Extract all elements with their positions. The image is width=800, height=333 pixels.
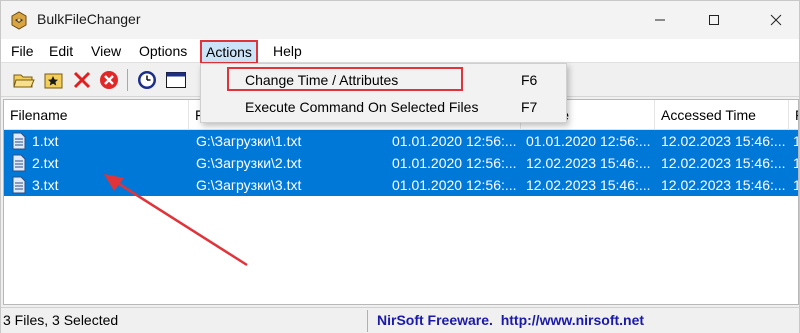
close-button[interactable] xyxy=(753,1,799,39)
menu-file[interactable]: File xyxy=(9,41,36,63)
window-title: BulkFileChanger xyxy=(37,11,141,27)
cell-more: 1 xyxy=(793,130,798,152)
nirsoft-link[interactable]: NirSoft Freeware. http://www.nirsoft.net xyxy=(377,312,644,328)
open-folder-button[interactable] xyxy=(12,68,36,92)
status-bar: 3 Files, 3 Selected NirSoft Freeware. ht… xyxy=(1,307,799,333)
menu-item-execute-command[interactable]: Execute Command On Selected Files F7 xyxy=(201,94,566,120)
maximize-button[interactable] xyxy=(691,1,737,39)
menu-item-shortcut: F6 xyxy=(521,72,538,88)
window-icon xyxy=(166,72,186,88)
cell-accessed: 12.02.2023 15:46:... xyxy=(661,177,786,193)
menu-bar: File Edit View Options Actions Help xyxy=(1,39,799,64)
remove-button[interactable] xyxy=(70,68,94,92)
menu-help[interactable]: Help xyxy=(271,41,304,63)
menu-edit[interactable]: Edit xyxy=(47,41,75,63)
cell-accessed: 12.02.2023 15:46:... xyxy=(661,155,786,171)
cell-path: G:\Загрузки\1.txt xyxy=(196,133,302,149)
properties-button[interactable] xyxy=(164,68,188,92)
cell-modified: 12.02.2023 15:46:... xyxy=(526,155,651,171)
change-time-button[interactable] xyxy=(135,68,159,92)
column-header-accessed-time[interactable]: Accessed Time xyxy=(655,100,789,130)
cell-modified: 12.02.2023 15:46:... xyxy=(526,177,651,193)
minimize-button[interactable] xyxy=(637,1,683,39)
menu-item-label: Execute Command On Selected Files xyxy=(245,99,479,115)
stop-icon xyxy=(100,71,118,89)
menu-actions[interactable]: Actions xyxy=(200,40,258,64)
cell-created: 01.01.2020 12:56:... xyxy=(392,177,517,193)
add-files-icon xyxy=(44,73,63,89)
toolbar-separator xyxy=(127,69,128,91)
cell-created: 01.01.2020 12:56:... xyxy=(392,133,517,149)
text-file-icon xyxy=(12,154,26,172)
minimize-icon xyxy=(655,19,665,21)
title-bar: BulkFileChanger xyxy=(1,1,799,39)
app-icon xyxy=(11,11,27,30)
column-header-more[interactable]: F xyxy=(789,100,798,130)
cell-filename: 1.txt xyxy=(32,133,59,149)
table-row[interactable]: 2.txt G:\Загрузки\2.txt 01.01.2020 12:56… xyxy=(4,152,798,174)
remove-icon xyxy=(73,71,91,89)
actions-dropdown-menu: Change Time / Attributes F6 Execute Comm… xyxy=(200,63,567,123)
text-file-icon xyxy=(12,132,26,150)
cell-accessed: 12.02.2023 15:46:... xyxy=(661,133,786,149)
open-folder-icon xyxy=(13,74,35,88)
cell-path: G:\Загрузки\3.txt xyxy=(196,177,302,193)
cell-filename: 2.txt xyxy=(32,155,59,171)
cell-created: 01.01.2020 12:56:... xyxy=(392,155,517,171)
file-list[interactable]: Filename F d Time Accessed Time F 1.txt … xyxy=(3,99,799,305)
menu-item-shortcut: F7 xyxy=(521,99,538,115)
text-file-icon xyxy=(12,176,26,194)
status-divider xyxy=(367,310,368,332)
selection-status: 3 Files, 3 Selected xyxy=(3,312,119,328)
menu-view[interactable]: View xyxy=(89,41,123,63)
cell-path: G:\Загрузки\2.txt xyxy=(196,155,302,171)
close-icon xyxy=(770,14,782,26)
cell-more: 1 xyxy=(793,174,798,196)
cell-more: 1 xyxy=(793,152,798,174)
menu-options[interactable]: Options xyxy=(137,41,189,63)
clock-icon xyxy=(138,71,156,89)
cell-modified: 01.01.2020 12:56:... xyxy=(526,133,651,149)
maximize-icon xyxy=(709,15,719,25)
table-row[interactable]: 1.txt G:\Загрузки\1.txt 01.01.2020 12:56… xyxy=(4,130,798,152)
column-header-filename[interactable]: Filename xyxy=(4,100,189,130)
table-row[interactable]: 3.txt G:\Загрузки\3.txt 01.01.2020 12:56… xyxy=(4,174,798,196)
annotation-highlight-box xyxy=(227,67,463,91)
cell-filename: 3.txt xyxy=(32,177,59,193)
add-files-button[interactable] xyxy=(42,68,66,92)
stop-button[interactable] xyxy=(97,68,121,92)
app-window: BulkFileChanger File Edit View Options A… xyxy=(0,0,800,333)
